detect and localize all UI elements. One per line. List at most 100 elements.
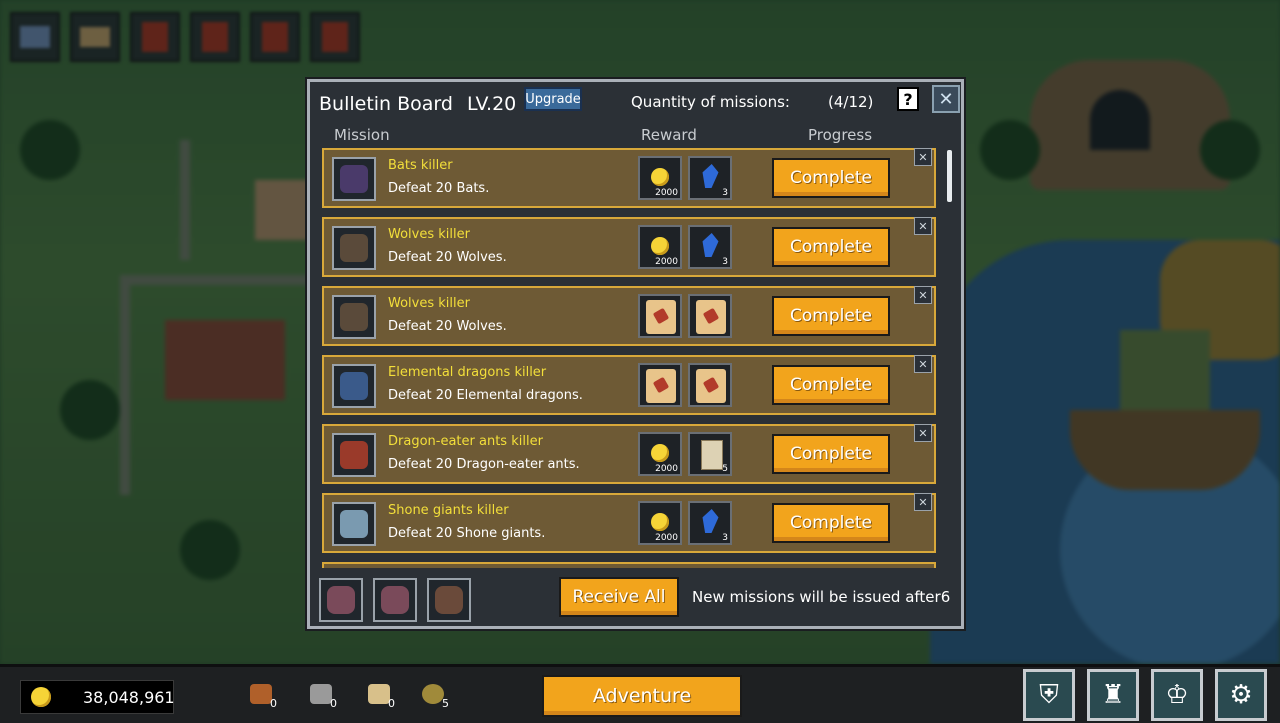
reward-slot[interactable]: 3 <box>688 501 732 545</box>
mission-row: Wolves killer Defeat 20 Wolves. Complete… <box>322 286 936 346</box>
help-button[interactable]: ? <box>897 87 919 111</box>
mission-row: Elemental dragons killer Defeat 20 Eleme… <box>322 355 936 415</box>
scroll-seal <box>702 376 720 394</box>
dialog-title: Bulletin Board <box>319 93 453 115</box>
scroll-icon <box>646 369 676 403</box>
dismiss-mission-button[interactable]: ✕ <box>914 217 932 235</box>
mission-row-partial <box>322 562 936 568</box>
reward-slot[interactable]: 3 <box>688 156 732 200</box>
complete-button[interactable]: Complete <box>772 503 890 543</box>
gold-coin-icon <box>651 237 669 255</box>
resource-ore: 0 <box>310 684 340 714</box>
mission-row: Shone giants killer Defeat 20 Shone gian… <box>322 493 936 553</box>
complete-button[interactable]: Complete <box>772 296 890 336</box>
gold-coin-icon <box>651 444 669 462</box>
mission-description: Defeat 20 Elemental dragons. <box>388 388 583 403</box>
hero-portrait-icon <box>435 586 463 614</box>
ant-icon <box>340 441 368 469</box>
reward-quantity: 2000 <box>655 257 678 267</box>
reward-slot[interactable] <box>688 363 732 407</box>
mission-quantity-label: Quantity of missions: <box>631 93 790 111</box>
dismiss-mission-button[interactable]: ✕ <box>914 148 932 166</box>
blue-gem-icon <box>700 509 719 533</box>
mission-name: Bats killer <box>388 158 453 173</box>
mission-description: Defeat 20 Bats. <box>388 181 490 196</box>
board-level: LV.20 <box>467 93 517 115</box>
mission-description: Defeat 20 Wolves. <box>388 319 507 334</box>
mission-list-scrollbar[interactable] <box>947 150 952 202</box>
reward-slot[interactable]: 3 <box>688 225 732 269</box>
reward-slot[interactable] <box>688 294 732 338</box>
dismiss-mission-button[interactable]: ✕ <box>914 355 932 373</box>
mission-name: Dragon-eater ants killer <box>388 434 543 449</box>
reward-slot[interactable] <box>638 294 682 338</box>
complete-button[interactable]: Complete <box>772 434 890 474</box>
scroll-icon <box>696 300 726 334</box>
hero-slot[interactable] <box>373 578 417 622</box>
wolf-icon <box>340 234 368 262</box>
mission-list[interactable]: Bats killer Defeat 20 Bats. 2000 3 Compl… <box>322 148 950 568</box>
mission-name: Elemental dragons killer <box>388 365 547 380</box>
scroll-icon <box>368 684 390 704</box>
reward-quantity: 5 <box>722 464 728 474</box>
dismiss-mission-button[interactable]: ✕ <box>914 424 932 442</box>
mission-description: Defeat 20 Dragon-eater ants. <box>388 457 580 472</box>
reward-slot[interactable]: 2000 <box>638 501 682 545</box>
wolf-icon <box>340 303 368 331</box>
resource-meat: 0 <box>250 684 280 714</box>
blue-gem-icon <box>700 164 719 188</box>
complete-button[interactable]: Complete <box>772 365 890 405</box>
dragon-icon <box>340 372 368 400</box>
reward-slot[interactable]: 2000 <box>638 225 682 269</box>
mission-row: Wolves killer Defeat 20 Wolves. 2000 3 C… <box>322 217 936 277</box>
reward-quantity: 3 <box>722 188 728 198</box>
blue-gem-icon <box>700 233 719 257</box>
hero-slot[interactable] <box>427 578 471 622</box>
resource-scroll: 0 <box>368 684 398 714</box>
gear-icon: ⚙ <box>1229 680 1253 710</box>
mission-portrait <box>332 433 376 477</box>
resource-count: 0 <box>388 697 395 710</box>
mission-name: Wolves killer <box>388 227 470 242</box>
mission-name: Shone giants killer <box>388 503 509 518</box>
bat-icon <box>340 165 368 193</box>
column-header-mission: Mission <box>334 126 390 144</box>
column-header-reward: Reward <box>641 126 697 144</box>
mission-description: Defeat 20 Shone giants. <box>388 526 546 541</box>
upgrade-button[interactable]: Upgrade <box>524 87 582 111</box>
meat-icon <box>250 684 272 704</box>
guild-button[interactable]: ⛨ <box>1023 669 1075 721</box>
reward-slot[interactable]: 2000 <box>638 432 682 476</box>
reward-slot[interactable]: 5 <box>688 432 732 476</box>
resource-count: 0 <box>270 697 277 710</box>
close-button[interactable]: ✕ <box>932 85 960 113</box>
resource-bag: 5 <box>422 684 452 714</box>
complete-button[interactable]: Complete <box>772 227 890 267</box>
scroll-seal <box>652 376 670 394</box>
receive-all-button[interactable]: Receive All <box>559 577 679 617</box>
complete-button[interactable]: Complete <box>772 158 890 198</box>
gold-display: 38,048,961 <box>20 680 175 714</box>
mission-name: Wolves killer <box>388 296 470 311</box>
dismiss-mission-button[interactable]: ✕ <box>914 493 932 511</box>
castle-button[interactable]: ♜ <box>1087 669 1139 721</box>
hero-slot[interactable] <box>319 578 363 622</box>
mission-row: Dragon-eater ants killer Defeat 20 Drago… <box>322 424 936 484</box>
gold-coin-icon <box>651 513 669 531</box>
new-missions-timer: New missions will be issued after6 <box>692 588 951 606</box>
helmet-icon: ⛨ <box>1039 679 1059 710</box>
dialog-footer: Receive All New missions will be issued … <box>310 574 961 626</box>
resource-count: 0 <box>330 697 337 710</box>
scroll-seal <box>702 307 720 325</box>
settings-button[interactable]: ⚙ <box>1215 669 1267 721</box>
reward-quantity: 3 <box>722 257 728 267</box>
adventure-button[interactable]: Adventure <box>542 675 742 717</box>
trophy-button[interactable]: ♔ <box>1151 669 1203 721</box>
reward-slot[interactable]: 2000 <box>638 156 682 200</box>
reward-slot[interactable] <box>638 363 682 407</box>
mission-portrait <box>332 364 376 408</box>
close-icon: ✕ <box>938 88 954 110</box>
bag-icon <box>422 684 444 704</box>
paper-icon <box>701 440 723 470</box>
dismiss-mission-button[interactable]: ✕ <box>914 286 932 304</box>
